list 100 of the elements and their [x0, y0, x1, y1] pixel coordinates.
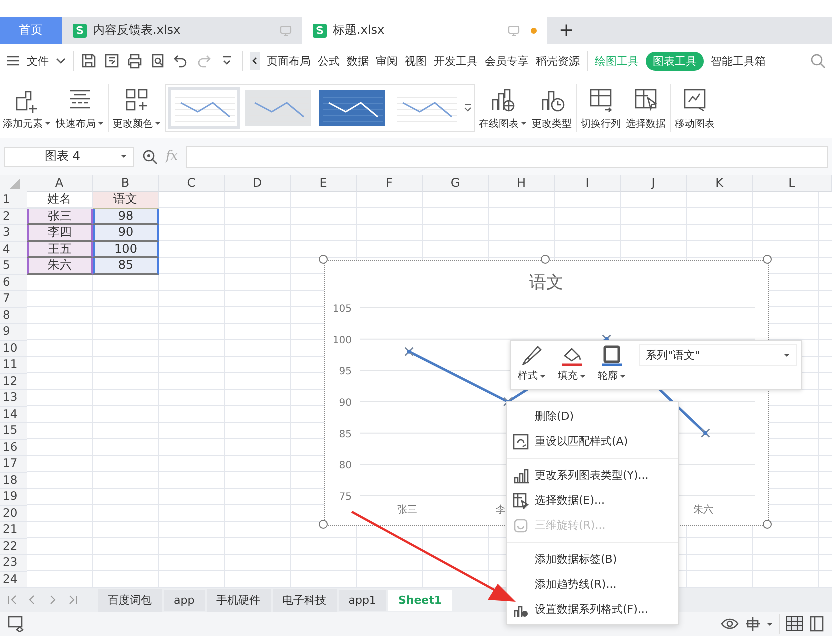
row-header[interactable]: 18	[0, 472, 27, 489]
eye-icon[interactable]	[721, 617, 739, 631]
save-icon[interactable]	[81, 53, 97, 69]
table-cell[interactable]: 张三	[27, 208, 93, 225]
chart-style-thumbnail[interactable]	[316, 87, 388, 129]
column-header[interactable]: D	[225, 175, 291, 192]
row-header[interactable]: 3	[0, 225, 27, 242]
row-header[interactable]: 7	[0, 291, 27, 308]
toolbar-button[interactable]: 样式	[515, 344, 549, 383]
menu-item[interactable]: 添加趋势线(R)...	[507, 572, 678, 597]
document-tab[interactable]: 标题.xlsx	[302, 17, 547, 44]
row-header[interactable]: 4	[0, 242, 27, 258]
table-cell[interactable]: 王五	[27, 242, 93, 258]
ribbon-button[interactable]: 添加元素	[2, 84, 52, 132]
menu-tab[interactable]: 公式	[318, 54, 340, 68]
ribbon-button[interactable]: 切换行列	[580, 84, 622, 132]
column-header[interactable]: I	[555, 175, 621, 192]
column-header[interactable]: F	[357, 175, 423, 192]
row-header[interactable]: 15	[0, 423, 27, 440]
sheet-tab[interactable]: 百度词包	[98, 588, 162, 612]
table-cell[interactable]: 90	[93, 225, 159, 242]
menu-tab[interactable]: 视图	[405, 54, 427, 68]
column-header[interactable]: K	[687, 175, 753, 192]
column-header[interactable]: A	[27, 175, 93, 192]
print-preview-icon[interactable]	[150, 53, 166, 69]
new-tab-button[interactable]: +	[547, 17, 586, 44]
chart-style-thumbnail[interactable]	[168, 87, 240, 129]
chart-style-thumbnail[interactable]	[242, 87, 314, 129]
search-icon[interactable]	[810, 53, 826, 69]
sheet-tab[interactable]: 手机硬件	[206, 588, 271, 612]
page-view-icon[interactable]	[810, 616, 824, 632]
toolbar-button[interactable]: 轮廓	[595, 344, 629, 383]
menu-tab[interactable]: 页面布局	[267, 54, 311, 68]
scroll-left-icon[interactable]	[250, 52, 260, 70]
menu-item[interactable]: 添加数据标签(B)	[507, 547, 678, 572]
menu-tab[interactable]: 开发工具	[434, 54, 478, 68]
sheet-tab[interactable]: app1	[338, 590, 386, 610]
row-header[interactable]: 23	[0, 555, 27, 572]
crosshair-icon[interactable]	[745, 616, 761, 632]
row-header[interactable]: 20	[0, 506, 27, 522]
row-header[interactable]: 21	[0, 522, 27, 538]
chevron-down-icon[interactable]	[56, 57, 66, 65]
ribbon-button[interactable]: 选择数据	[625, 84, 667, 132]
row-header[interactable]: 10	[0, 340, 27, 357]
zoom-icon[interactable]	[142, 148, 158, 164]
export-icon[interactable]	[104, 53, 120, 69]
column-header[interactable]: E	[291, 175, 357, 192]
menu-item[interactable]: 重设以匹配样式(A)	[507, 429, 678, 454]
undo-icon[interactable]	[173, 53, 189, 69]
ribbon-button[interactable]: 更改颜色	[112, 84, 162, 132]
menu-tab[interactable]: 数据	[347, 54, 369, 68]
gallery-more-icon[interactable]	[464, 103, 472, 113]
table-cell[interactable]: 98	[93, 208, 159, 225]
column-header[interactable]: B	[93, 175, 159, 192]
column-header[interactable]: G	[423, 175, 489, 192]
row-header[interactable]: 9	[0, 324, 27, 340]
row-header[interactable]: 16	[0, 440, 27, 456]
row-header[interactable]: 24	[0, 572, 27, 588]
menu-item[interactable]: 删除(D)	[507, 404, 678, 429]
menu-tab[interactable]: 智能工具箱	[711, 54, 766, 68]
row-header[interactable]: 8	[0, 308, 27, 324]
row-header[interactable]: 22	[0, 538, 27, 555]
row-header[interactable]: 19	[0, 489, 27, 506]
row-header[interactable]: 2	[0, 208, 27, 225]
row-header[interactable]: 14	[0, 406, 27, 423]
sheet-tab[interactable]: app	[164, 590, 205, 610]
table-cell[interactable]: 朱六	[27, 258, 93, 274]
row-header[interactable]: 11	[0, 357, 27, 374]
column-header[interactable]: C	[159, 175, 225, 192]
table-cell[interactable]: 李四	[27, 225, 93, 242]
ribbon-button[interactable]: 在线图表	[478, 84, 528, 132]
column-header[interactable]: L	[753, 175, 832, 192]
name-box[interactable]: 图表 4	[4, 146, 134, 166]
menu-item[interactable]: 更改系列图表类型(Y)...	[507, 463, 678, 488]
row-header[interactable]: 6	[0, 274, 27, 291]
menu-item[interactable]: 选择数据(E)...	[507, 488, 678, 513]
menu-tab[interactable]: 稻壳资源	[536, 54, 580, 68]
toolbar-button[interactable]: 填充	[555, 344, 589, 383]
ribbon-button[interactable]: 移动图表	[674, 84, 716, 132]
sheet-tab[interactable]: 电子科技	[272, 588, 337, 612]
row-header[interactable]: 12	[0, 374, 27, 390]
normal-view-icon[interactable]	[786, 616, 804, 632]
column-header[interactable]: J	[621, 175, 687, 192]
row-header[interactable]: 1	[0, 192, 27, 208]
table-cell[interactable]: 85	[93, 258, 159, 274]
ribbon-button[interactable]: 快速布局	[55, 84, 105, 132]
menu-tab[interactable]: 会员专享	[485, 54, 529, 68]
ribbon-button[interactable]: 更改类型	[531, 84, 573, 132]
formula-input[interactable]	[186, 146, 828, 168]
row-header[interactable]: 17	[0, 456, 27, 472]
menu-item[interactable]: 设置数据系列格式(F)...	[507, 597, 678, 622]
column-header[interactable]: H	[489, 175, 555, 192]
table-cell[interactable]: 语文	[93, 192, 159, 208]
row-header[interactable]: 13	[0, 390, 27, 406]
file-menu[interactable]: 文件	[27, 54, 49, 68]
menu-tab[interactable]: 审阅	[376, 54, 398, 68]
print-icon[interactable]	[127, 53, 143, 69]
menu-icon[interactable]	[6, 55, 20, 67]
row-header[interactable]: 5	[0, 258, 27, 274]
table-cell[interactable]: 100	[93, 242, 159, 258]
